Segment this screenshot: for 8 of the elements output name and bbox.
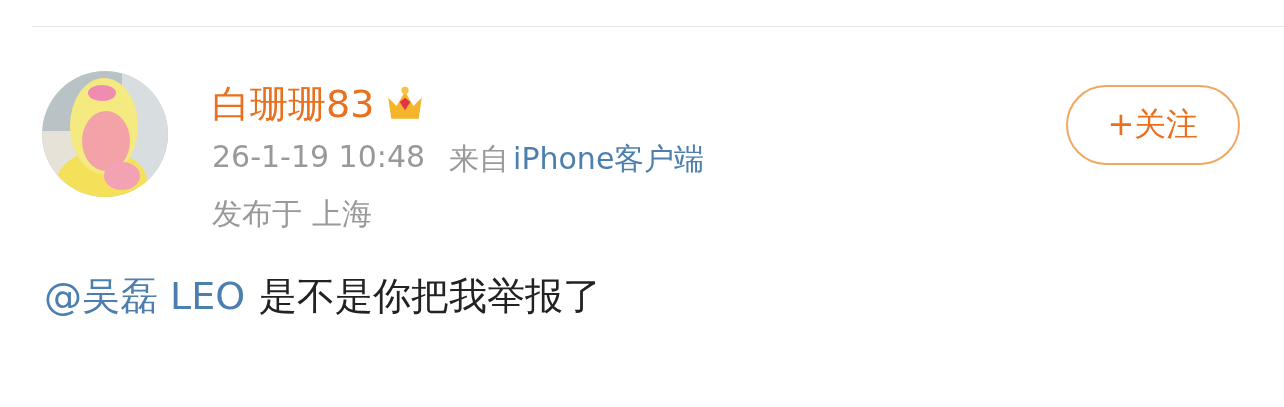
follow-button[interactable]: +关注 (1066, 85, 1240, 165)
post-time: 26-1-19 10:48 (212, 139, 426, 176)
mention-link[interactable]: @吴磊 LEO (44, 271, 246, 322)
username[interactable]: 白珊珊83 (212, 78, 375, 130)
source-link[interactable]: iPhone客户端 (513, 139, 705, 180)
post-text: 是不是你把我举报了 (259, 273, 602, 320)
post-location: 发布于 上海 (212, 195, 373, 233)
source-label: 来自 (449, 140, 510, 178)
